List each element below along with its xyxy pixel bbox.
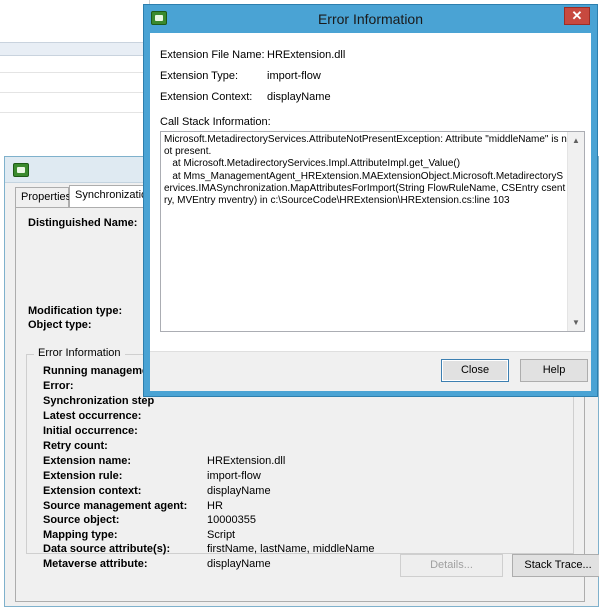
extension-context-value: displayName <box>267 91 331 103</box>
extension-type-row: Extension Type: import-flow <box>160 70 321 82</box>
row-label: Error: <box>43 380 74 392</box>
extension-type-label: Extension Type: <box>160 70 239 82</box>
row-value: displayName <box>207 558 271 570</box>
object-type-label: Object type: <box>28 319 92 331</box>
extension-type-value: import-flow <box>267 70 321 82</box>
dialog-title: Error Information <box>317 11 424 27</box>
divider <box>0 72 150 73</box>
extension-file-name-value: HRExtension.dll <box>267 49 346 61</box>
modification-type-label: Modification type: <box>28 305 123 317</box>
tab-properties[interactable]: Properties <box>15 187 72 207</box>
row-label: Running manageme <box>43 365 149 377</box>
dialog-button-bar: Close Help <box>150 351 591 391</box>
row-value: 10000355 <box>207 514 256 526</box>
row-label: Data source attribute(s): <box>43 543 171 555</box>
row-value: HRExtension.dll <box>207 455 286 467</box>
row-value: Script <box>207 529 236 541</box>
details-button[interactable]: Details... <box>400 554 503 577</box>
row-label: Source object: <box>43 514 120 526</box>
row-value: firstName, lastName, middleName <box>207 543 375 555</box>
extension-context-row: Extension Context: displayName <box>160 91 331 103</box>
scroll-down-icon[interactable]: ▼ <box>568 314 584 331</box>
call-stack-textbox[interactable]: Microsoft.MetadirectoryServices.Attribut… <box>160 131 585 332</box>
sync-app-icon <box>13 163 29 177</box>
row-label: Extension context: <box>43 485 142 497</box>
background-list-header <box>0 42 150 56</box>
call-stack-label: Call Stack Information: <box>160 116 271 128</box>
group-title: Error Information <box>34 347 125 359</box>
extension-context-label: Extension Context: <box>160 91 253 103</box>
extension-file-name-row: Extension File Name: HRExtension.dll <box>160 49 345 61</box>
dialog-title-bar: Error Information ✕ <box>144 5 597 33</box>
divider <box>0 112 150 113</box>
extension-file-name-label: Extension File Name: <box>160 49 265 61</box>
row-label: Metaverse attribute: <box>43 558 148 570</box>
row-label: Source management agent: <box>43 500 188 512</box>
help-button[interactable]: Help <box>520 359 588 382</box>
row-value: import-flow <box>207 470 261 482</box>
divider <box>0 92 150 93</box>
row-value: displayName <box>207 485 271 497</box>
tab-label: Synchronization <box>75 189 154 201</box>
stack-trace-button[interactable]: Stack Trace... <box>512 554 599 577</box>
row-label: Retry count: <box>43 440 108 452</box>
scroll-up-icon[interactable]: ▲ <box>568 132 584 149</box>
distinguished-name-label: Distinguished Name: <box>28 217 138 229</box>
tab-label: Properties <box>21 191 72 203</box>
row-label: Mapping type: <box>43 529 118 541</box>
row-label: Initial occurrence: <box>43 425 138 437</box>
error-information-dialog: Error Information ✕ Extension File Name:… <box>143 4 598 397</box>
row-label: Synchronization step <box>43 395 155 407</box>
close-button[interactable]: Close <box>441 359 509 382</box>
row-label: Extension rule: <box>43 470 123 482</box>
vertical-scrollbar[interactable]: ▲ ▼ <box>567 132 584 331</box>
call-stack-text: Microsoft.MetadirectoryServices.Attribut… <box>164 134 567 207</box>
dialog-content: Extension File Name: HRExtension.dll Ext… <box>150 33 591 391</box>
background-window <box>0 0 150 150</box>
row-label: Extension name: <box>43 455 132 467</box>
row-value: HR <box>207 500 223 512</box>
close-icon[interactable]: ✕ <box>564 7 590 25</box>
row-label: Latest occurrence: <box>43 410 142 422</box>
